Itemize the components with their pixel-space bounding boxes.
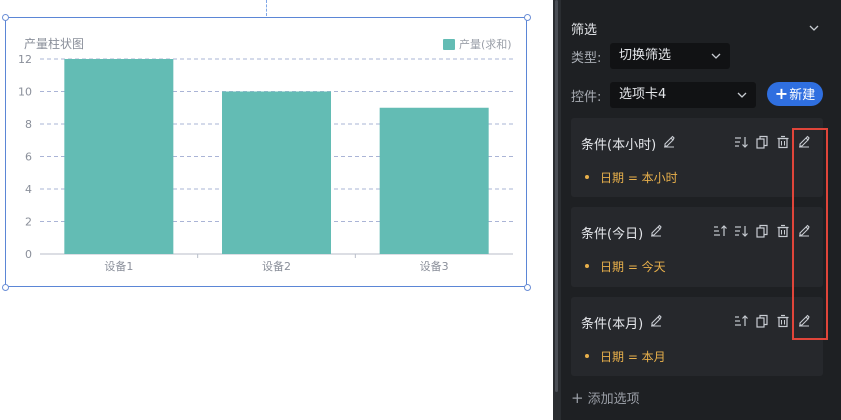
control-label: 控件: — [571, 90, 602, 105]
highlight-box — [792, 128, 828, 340]
copy-icon[interactable] — [755, 224, 769, 238]
x-tick-label: 设备3 — [420, 259, 449, 273]
x-tick-label: 设备2 — [262, 259, 291, 273]
y-tick-label: 2 — [25, 216, 32, 229]
sort-ascending-icon[interactable] — [734, 314, 748, 328]
edit-title-icon[interactable] — [649, 313, 663, 327]
add-option-button[interactable]: + 添加选项 — [571, 388, 640, 407]
x-tick-label: 设备1 — [104, 259, 133, 273]
new-button[interactable]: +新建 — [767, 82, 823, 106]
control-select[interactable]: 选项卡4 — [610, 82, 756, 108]
bar-chart: 0 2 4 6 8 10 12 设备1 设备2 设备3 — [18, 53, 513, 273]
sort-descending-icon[interactable] — [734, 135, 748, 149]
condition-title: 条件(今日) — [581, 227, 644, 242]
add-option-label: 添加选项 — [587, 392, 640, 407]
y-tick-label: 10 — [18, 86, 32, 99]
plus-icon: + — [774, 84, 789, 103]
bar — [222, 91, 331, 254]
bar — [64, 59, 174, 254]
panel-title: 筛选 — [571, 23, 598, 38]
chevron-down-icon — [711, 53, 721, 59]
condition-text: 日期 = 本月 — [600, 350, 666, 364]
control-select-value: 选项卡4 — [619, 87, 667, 102]
bullet-dot — [585, 175, 589, 179]
sort-ascending-icon[interactable] — [713, 224, 727, 238]
copy-icon[interactable] — [755, 135, 769, 149]
chevron-down-icon[interactable] — [808, 22, 820, 34]
type-select-value: 切换筛选 — [619, 48, 672, 63]
dashboard-canvas: 产量柱状图 产量(求和) 0 2 4 6 8 10 12 设备1 设备2 设备3 — [0, 0, 553, 420]
condition-title: 条件(本小时) — [581, 138, 657, 153]
new-button-label: 新建 — [789, 88, 816, 103]
edit-title-icon[interactable] — [662, 134, 676, 148]
condition-text: 日期 = 今天 — [600, 260, 666, 274]
bar — [379, 107, 489, 254]
y-tick-label: 0 — [25, 248, 32, 261]
plus-icon: + — [571, 389, 584, 407]
condition-text: 日期 = 本小时 — [600, 171, 678, 185]
condition-card[interactable]: 条件(本月) 日期 = 本月 — [571, 297, 823, 376]
condition-card[interactable]: 条件(本小时) 日期 = 本小时 — [571, 118, 823, 197]
copy-icon[interactable] — [755, 314, 769, 328]
chevron-down-icon — [737, 92, 747, 98]
condition-card[interactable]: 条件(今日) 日期 = 今天 — [571, 207, 823, 287]
sort-descending-icon[interactable] — [734, 224, 748, 238]
bullet-dot — [585, 264, 589, 268]
edit-title-icon[interactable] — [649, 223, 663, 237]
delete-icon[interactable] — [776, 224, 790, 238]
y-tick-label: 6 — [25, 151, 32, 164]
bullet-dot — [585, 354, 589, 358]
y-tick-label: 8 — [25, 118, 32, 131]
delete-icon[interactable] — [776, 135, 790, 149]
y-tick-label: 12 — [18, 53, 32, 66]
y-tick-label: 4 — [25, 183, 32, 196]
delete-icon[interactable] — [776, 314, 790, 328]
condition-title: 条件(本月) — [581, 317, 644, 332]
panel-scrollbar-thumb[interactable] — [555, 0, 558, 392]
type-label: 类型: — [571, 51, 602, 66]
type-select[interactable]: 切换筛选 — [610, 43, 730, 69]
